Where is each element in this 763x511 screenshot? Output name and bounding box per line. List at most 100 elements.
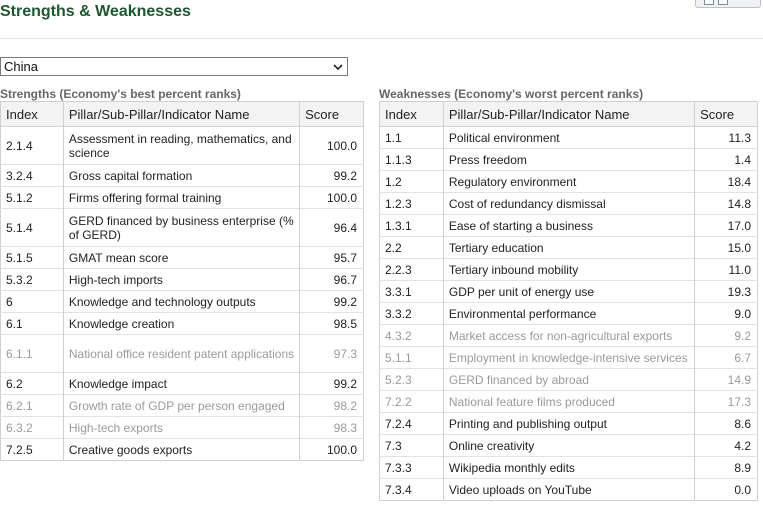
cell-index: 1.2.3 xyxy=(379,192,444,215)
table-row[interactable]: 7.3 Online creativity 4.2 xyxy=(379,434,758,457)
cell-name: GDP per unit of energy use xyxy=(443,280,696,303)
cell-name: Environmental performance xyxy=(443,302,696,325)
table-row[interactable]: 2.2.3 Tertiary inbound mobility 11.0 xyxy=(379,258,758,281)
cell-score: 8.6 xyxy=(694,412,758,435)
cell-name: Political environment xyxy=(443,126,696,149)
cell-score: 11.3 xyxy=(694,126,758,149)
table-row[interactable]: 3.2.4 Gross capital formation 99.2 xyxy=(0,164,364,187)
cell-name: Growth rate of GDP per person engaged xyxy=(63,394,301,417)
cell-index: 5.1.1 xyxy=(379,346,444,369)
table-row[interactable]: 6.1.1 National office resident patent app… xyxy=(0,334,364,373)
cell-score: 96.7 xyxy=(299,268,364,291)
cell-score: 18.4 xyxy=(694,170,758,193)
column-header-index[interactable]: Index xyxy=(379,101,444,127)
table-row[interactable]: 1.2 Regulatory environment 18.4 xyxy=(379,170,758,193)
table-row[interactable]: 5.1.2 Firms offering formal training 100.0 xyxy=(0,186,364,209)
table-row[interactable]: 2.2 Tertiary education 15.0 xyxy=(379,236,758,259)
cell-index: 5.1.4 xyxy=(0,208,64,247)
cell-score: 97.3 xyxy=(299,334,364,373)
country-select[interactable]: China xyxy=(0,57,348,76)
table-row[interactable]: 1.3.1 Ease of starting a business 17.0 xyxy=(379,214,758,237)
cell-score: 9.2 xyxy=(694,324,758,347)
cell-score: 14.8 xyxy=(694,192,758,215)
table-row[interactable]: 6.2 Knowledge impact 99.2 xyxy=(0,372,364,395)
cell-index: 6.1 xyxy=(0,312,64,335)
cell-name: Market access for non-agricultural expor… xyxy=(443,324,696,347)
table-row[interactable]: 5.1.4 GERD financed by business enterpris… xyxy=(0,208,364,247)
strengths-caption: Strengths (Economy's best percent ranks) xyxy=(0,87,241,101)
cell-index: 7.3.3 xyxy=(379,456,444,479)
cell-index: 5.1.2 xyxy=(0,186,64,209)
cell-name: GERD financed by business enterprise (% … xyxy=(63,208,301,247)
cell-name: Tertiary inbound mobility xyxy=(443,258,696,281)
cell-name: GMAT mean score xyxy=(63,246,301,269)
table-row[interactable]: 7.2.2 National feature films produced 17.3 xyxy=(379,390,758,413)
table-row[interactable]: 6.2.1 Growth rate of GDP per person engag… xyxy=(0,394,364,417)
cell-name: Regulatory environment xyxy=(443,170,696,193)
cell-score: 96.4 xyxy=(299,208,364,247)
table-row[interactable]: 1.1.3 Press freedom 1.4 xyxy=(379,148,758,171)
cell-index: 3.3.2 xyxy=(379,302,444,325)
table-row[interactable]: 3.3.1 GDP per unit of energy use 19.3 xyxy=(379,280,758,303)
table-row[interactable]: 7.3.4 Video uploads on YouTube 0.0 xyxy=(379,478,758,501)
table-row[interactable]: 1.1 Political environment 11.3 xyxy=(379,126,758,149)
cell-name: Firms offering formal training xyxy=(63,186,301,209)
column-header-name[interactable]: Pillar/Sub-Pillar/Indicator Name xyxy=(443,101,696,127)
cell-index: 1.1.3 xyxy=(379,148,444,171)
table-row[interactable]: 5.3.2 High-tech imports 96.7 xyxy=(0,268,364,291)
cell-name: Gross capital formation xyxy=(63,164,301,187)
cell-score: 19.3 xyxy=(694,280,758,303)
cell-index: 1.2 xyxy=(379,170,444,193)
column-header-index[interactable]: Index xyxy=(0,101,64,127)
print-icon[interactable] xyxy=(704,0,714,5)
table-row[interactable]: 6.1 Knowledge creation 98.5 xyxy=(0,312,364,335)
table-row[interactable]: 7.3.3 Wikipedia monthly edits 8.9 xyxy=(379,456,758,479)
column-header-name[interactable]: Pillar/Sub-Pillar/Indicator Name xyxy=(63,101,301,127)
cell-name: Online creativity xyxy=(443,434,696,457)
cell-name: National feature films produced xyxy=(443,390,696,413)
cell-index: 6.2.1 xyxy=(0,394,64,417)
table-row[interactable]: 7.2.4 Printing and publishing output 8.6 xyxy=(379,412,758,435)
cell-name: Press freedom xyxy=(443,148,696,171)
weaknesses-table: Index Pillar/Sub-Pillar/Indicator Name S… xyxy=(379,101,758,501)
cell-score: 99.2 xyxy=(299,372,364,395)
cell-name: Tertiary education xyxy=(443,236,696,259)
table-row[interactable]: 2.1.4 Assessment in reading, mathematics,… xyxy=(0,126,364,165)
cell-index: 1.3.1 xyxy=(379,214,444,237)
page-title: Strengths & Weaknesses xyxy=(0,3,191,20)
table-row[interactable]: 3.3.2 Environmental performance 9.0 xyxy=(379,302,758,325)
cell-name: Printing and publishing output xyxy=(443,412,696,435)
column-header-score[interactable]: Score xyxy=(694,101,758,127)
divider xyxy=(0,38,763,39)
cell-index: 5.3.2 xyxy=(0,268,64,291)
table-row[interactable]: 1.2.3 Cost of redundancy dismissal 14.8 xyxy=(379,192,758,215)
table-row[interactable]: 5.1.5 GMAT mean score 95.7 xyxy=(0,246,364,269)
cell-name: High-tech imports xyxy=(63,268,301,291)
cell-name: Cost of redundancy dismissal xyxy=(443,192,696,215)
table-row[interactable]: 5.1.1 Employment in knowledge-intensive s… xyxy=(379,346,758,369)
cell-score: 98.2 xyxy=(299,394,364,417)
cell-name: Knowledge impact xyxy=(63,372,301,395)
share-icon[interactable] xyxy=(718,0,728,5)
cell-index: 7.2.5 xyxy=(0,438,64,461)
cell-index: 3.2.4 xyxy=(0,164,64,187)
cell-score: 100.0 xyxy=(299,126,364,165)
chevron-down-icon xyxy=(333,64,343,71)
cell-score: 17.0 xyxy=(694,214,758,237)
cell-name: High-tech exports xyxy=(63,416,301,439)
table-row[interactable]: 6 Knowledge and technology outputs 99.2 xyxy=(0,290,364,313)
cell-index: 6.1.1 xyxy=(0,334,64,373)
table-row[interactable]: 7.2.5 Creative goods exports 100.0 xyxy=(0,438,364,461)
cell-name: Knowledge and technology outputs xyxy=(63,290,301,313)
cell-score: 95.7 xyxy=(299,246,364,269)
cell-index: 5.2.3 xyxy=(379,368,444,391)
cell-score: 11.0 xyxy=(694,258,758,281)
table-row[interactable]: 4.3.2 Market access for non-agricultural … xyxy=(379,324,758,347)
toolbar-corner[interactable] xyxy=(695,0,761,8)
table-row[interactable]: 5.2.3 GERD financed by abroad 14.9 xyxy=(379,368,758,391)
cell-index: 2.1.4 xyxy=(0,126,64,165)
column-header-score[interactable]: Score xyxy=(299,101,364,127)
cell-score: 9.0 xyxy=(694,302,758,325)
cell-index: 7.2.2 xyxy=(379,390,444,413)
table-row[interactable]: 6.3.2 High-tech exports 98.3 xyxy=(0,416,364,439)
